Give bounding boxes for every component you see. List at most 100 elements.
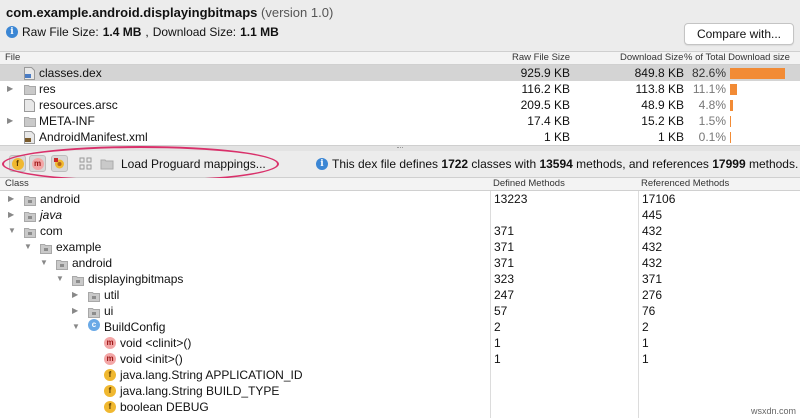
download-size-value: 1.1 MB <box>240 25 279 39</box>
collapse-arrow-icon[interactable]: ▼ <box>40 255 48 271</box>
show-fields-toggle[interactable]: f <box>9 155 26 172</box>
size-summary: i Raw File Size: 1.4 MB, Download Size: … <box>6 25 279 39</box>
class-row[interactable]: f java.lang.String BUILD_TYPE <box>0 383 800 399</box>
collapse-arrow-icon[interactable]: ▼ <box>72 319 80 335</box>
dex-info-prefix: This dex file defines <box>332 157 442 171</box>
dex-toolbar: f m Load Proguard mappings... i This dex… <box>0 151 800 178</box>
class-row[interactable]: ▼ android 371 432 <box>0 255 800 271</box>
col-referenced-methods[interactable]: Referenced Methods <box>641 178 729 190</box>
size-separator: , <box>145 25 149 39</box>
class-row[interactable]: ▶ android 13223 17106 <box>0 191 800 207</box>
collapse-arrow-icon[interactable]: ▼ <box>24 239 32 255</box>
class-row[interactable]: m void <clinit>() 1 1 <box>0 335 800 351</box>
show-removed-button[interactable] <box>99 156 114 171</box>
file-name: AndroidManifest.xml <box>39 130 148 144</box>
referenced-methods: 2 <box>642 320 649 334</box>
class-row[interactable]: m void <init>() 1 1 <box>0 351 800 367</box>
class-name: java <box>40 208 63 222</box>
class-row[interactable]: f boolean DEBUG <box>0 399 800 415</box>
dex-summary: i This dex file defines 1722 classes wit… <box>316 155 798 173</box>
file-row[interactable]: classes.dex 925.9 KB 849.8 KB 82.6% <box>0 65 800 81</box>
class-row[interactable]: ▼ example 371 432 <box>0 239 800 255</box>
referenced-methods: 17106 <box>642 192 676 206</box>
class-row[interactable]: ▶ java 445 <box>0 207 800 223</box>
col-class[interactable]: Class <box>5 178 29 190</box>
defined-methods: 247 <box>494 288 515 302</box>
expand-arrow-icon[interactable]: ▶ <box>8 207 14 223</box>
compare-with-button[interactable]: Compare with... <box>683 23 794 45</box>
file-row[interactable]: AndroidManifest.xml 1 KB 1 KB 0.1% <box>0 129 800 145</box>
field-icon: f <box>104 369 116 381</box>
folder-icon <box>24 83 36 95</box>
apk-title: com.example.android.displayingbitmaps (v… <box>6 5 333 20</box>
referenced-methods: 432 <box>642 256 663 270</box>
expand-arrow-icon[interactable]: ▶ <box>7 113 13 129</box>
col-defined-methods[interactable]: Defined Methods <box>493 178 565 190</box>
collapse-arrow-icon[interactable]: ▼ <box>8 223 16 239</box>
class-name: android <box>72 256 113 270</box>
package-icon <box>24 226 36 238</box>
package-icon <box>88 306 100 318</box>
load-proguard-mappings-button[interactable]: Load Proguard mappings... <box>121 155 266 173</box>
show-referenced-toggle[interactable] <box>51 155 68 172</box>
defined-methods: 57 <box>494 304 508 318</box>
file-row[interactable]: ▶ META-INF 17.4 KB 15.2 KB 1.5% <box>0 113 800 129</box>
referenced-methods: 371 <box>642 272 663 286</box>
app-id: com.example.android.displayingbitmaps <box>6 5 258 20</box>
class-name: android <box>40 192 81 206</box>
download-share-bar <box>730 84 737 95</box>
expand-arrow-icon[interactable]: ▶ <box>7 81 13 97</box>
dex-info-suffix: methods. <box>745 157 799 171</box>
field-icon: f <box>104 385 116 397</box>
class-row[interactable]: ▶ ui 57 76 <box>0 303 800 319</box>
folder-icon <box>24 115 36 127</box>
file-name: res <box>39 82 56 96</box>
col-percent-total[interactable]: % of Total Download size <box>684 52 790 64</box>
package-icon <box>40 242 52 254</box>
file-name: resources.arsc <box>39 98 118 112</box>
defined-methods: 1 <box>494 336 501 350</box>
class-row[interactable]: f java.lang.String APPLICATION_ID <box>0 367 800 383</box>
method-icon: m <box>104 337 116 349</box>
expand-arrow-icon[interactable]: ▶ <box>8 191 14 207</box>
dex-info-mid2: methods, and references <box>572 157 713 171</box>
col-raw-size[interactable]: Raw File Size <box>512 52 570 64</box>
class-name: example <box>56 240 102 254</box>
package-icon <box>56 258 68 270</box>
package-tree-icon <box>79 157 92 170</box>
download-share-bar <box>730 100 733 111</box>
watermark: wsxdn.com <box>750 406 796 416</box>
package-icon <box>24 210 36 222</box>
expand-arrow-icon[interactable]: ▶ <box>72 287 78 303</box>
raw-size: 209.5 KB <box>520 98 570 112</box>
referenced-methods: 445 <box>642 208 663 222</box>
class-row[interactable]: ▼ c BuildConfig 2 2 <box>0 319 800 335</box>
file-row[interactable]: resources.arsc 209.5 KB 48.9 KB 4.8% <box>0 97 800 113</box>
class-count: 1722 <box>441 157 469 171</box>
col-file[interactable]: File <box>5 52 20 64</box>
class-tree-table: Class Defined Methods Referenced Methods… <box>0 178 800 418</box>
download-size: 15.2 KB <box>641 114 684 128</box>
expand-arrow-icon[interactable]: ▶ <box>72 303 78 319</box>
show-methods-toggle[interactable]: m <box>29 155 46 172</box>
file-row[interactable]: ▶ res 116.2 KB 113.8 KB 11.1% <box>0 81 800 97</box>
download-share-bar <box>730 132 731 143</box>
flatten-packages-button[interactable] <box>78 156 93 171</box>
class-row[interactable]: ▼ displayingbitmaps 323 371 <box>0 271 800 287</box>
raw-size-label: Raw File Size: <box>22 25 99 39</box>
collapse-arrow-icon[interactable]: ▼ <box>56 271 64 287</box>
class-icon: c <box>88 319 100 331</box>
file-name: classes.dex <box>39 66 102 80</box>
referenced-methods-icon <box>54 158 64 169</box>
col-download-size[interactable]: Download Size <box>620 52 683 64</box>
package-icon <box>88 290 100 302</box>
class-name: java.lang.String BUILD_TYPE <box>120 384 280 398</box>
class-row[interactable]: ▶ util 247 276 <box>0 287 800 303</box>
class-table-header: Class Defined Methods Referenced Methods <box>0 178 800 191</box>
defined-methods: 323 <box>494 272 515 286</box>
method-count: 13594 <box>539 157 573 171</box>
class-name: com <box>40 224 63 238</box>
defined-methods: 1 <box>494 352 501 366</box>
splitter-grip[interactable] <box>397 147 403 150</box>
class-row[interactable]: ▼ com 371 432 <box>0 223 800 239</box>
